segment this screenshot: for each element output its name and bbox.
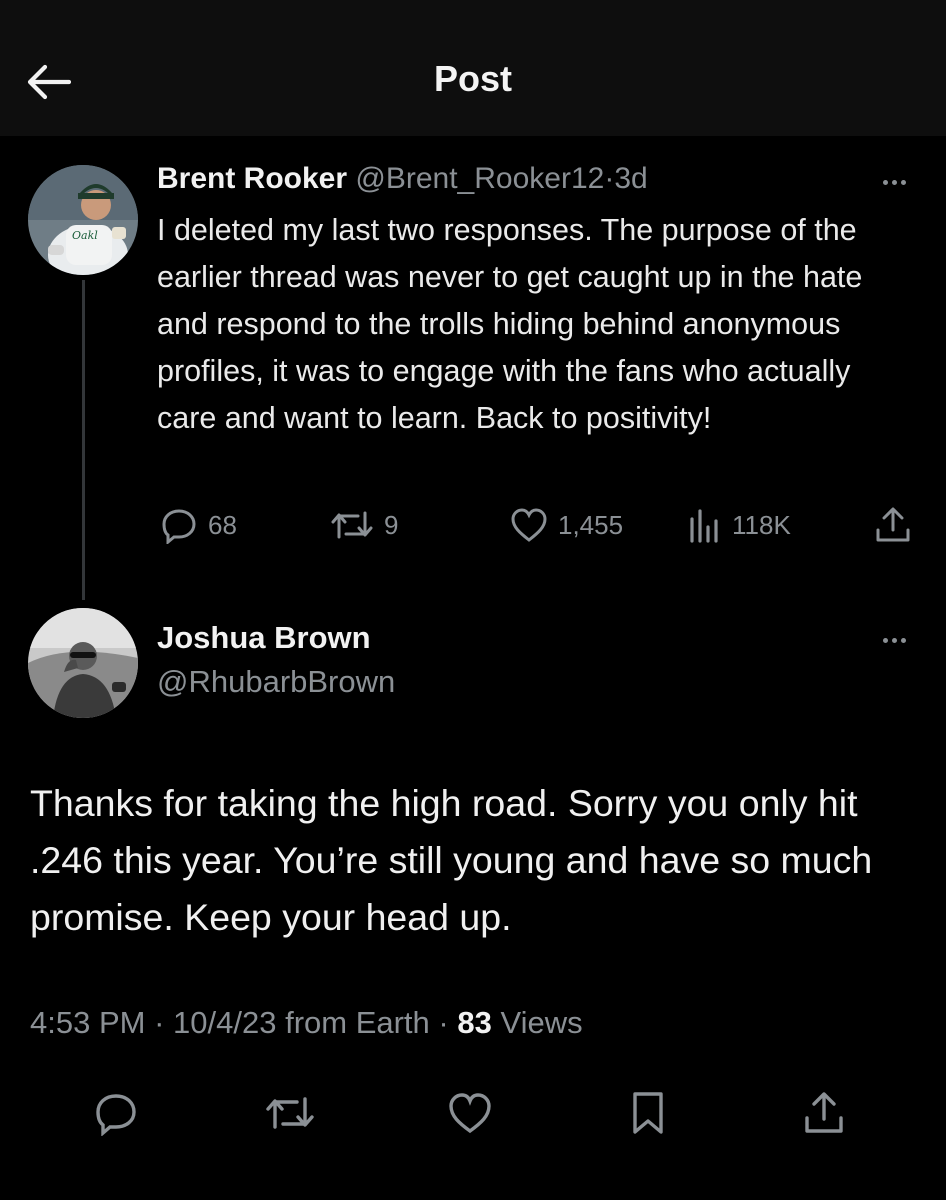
- like-button[interactable]: 1,455: [510, 505, 623, 545]
- views-label[interactable]: Views: [500, 1005, 582, 1040]
- heart-icon: [511, 508, 547, 542]
- reply-text: Thanks for taking the high road. Sorry y…: [30, 782, 873, 938]
- like-button[interactable]: [442, 1085, 498, 1141]
- more-icon-dot: [891, 179, 897, 185]
- repost-icon: [331, 511, 373, 539]
- post-meta: 4:53 PM · 10/4/23 from Earth · 83 Views: [30, 1005, 583, 1040]
- share-icon: [805, 1092, 843, 1133]
- author-name[interactable]: Brent Rooker: [157, 162, 347, 195]
- avatar[interactable]: Oakl: [28, 165, 138, 275]
- more-icon-dot: [900, 179, 906, 185]
- reply-icon: [96, 1094, 136, 1136]
- heart-icon: [449, 1093, 491, 1134]
- like-count: 1,455: [558, 509, 624, 540]
- more-icon-dot: [900, 637, 906, 643]
- avatar-image: [28, 608, 138, 718]
- svg-text:Oakl: Oakl: [72, 229, 98, 242]
- more-options-button[interactable]: [874, 172, 914, 192]
- avatar-image: Oakl: [28, 165, 138, 275]
- reply-button[interactable]: [88, 1085, 144, 1141]
- parent-post-header: Brent Rooker @Brent_Rooker12·3d: [157, 162, 648, 196]
- page-title: Post: [433, 58, 512, 99]
- thread-connector-line: [82, 280, 85, 600]
- bookmark-button[interactable]: [620, 1085, 676, 1141]
- post-date[interactable]: 10/4/23: [173, 1005, 276, 1040]
- repost-button[interactable]: 9: [330, 505, 398, 545]
- reply-count: 68: [208, 509, 237, 540]
- reply-author-name[interactable]: Joshua Brown: [157, 620, 371, 656]
- views-count[interactable]: 83: [457, 1005, 491, 1040]
- more-icon: [882, 637, 888, 643]
- separator: ·: [604, 162, 615, 195]
- reply-author-handle[interactable]: @RhubarbBrown: [157, 664, 395, 700]
- repost-button[interactable]: [262, 1085, 318, 1141]
- avatar[interactable]: [28, 608, 138, 718]
- bookmark-icon: [633, 1092, 663, 1134]
- share-button[interactable]: [874, 505, 912, 545]
- more-icon-dot: [891, 637, 897, 643]
- author-handle[interactable]: @Brent_Rooker12: [355, 162, 604, 195]
- post-time[interactable]: 4:53 PM: [30, 1005, 145, 1040]
- post-source: from Earth: [285, 1005, 430, 1040]
- views-count: 118K: [732, 509, 791, 540]
- views-button[interactable]: 118K: [688, 505, 791, 545]
- top-bar: Post: [0, 0, 946, 136]
- more-options-button[interactable]: [874, 630, 914, 650]
- reply-button[interactable]: 68: [160, 505, 237, 545]
- repost-icon: [266, 1097, 314, 1129]
- share-icon: [876, 507, 910, 542]
- post-text: I deleted my last two responses. The pur…: [157, 213, 863, 435]
- analytics-icon: [690, 509, 718, 543]
- more-icon: [882, 179, 888, 185]
- share-button[interactable]: [796, 1085, 852, 1141]
- repost-count: 9: [384, 509, 399, 540]
- post-time[interactable]: 3d: [614, 162, 647, 195]
- reply-icon: [162, 509, 196, 544]
